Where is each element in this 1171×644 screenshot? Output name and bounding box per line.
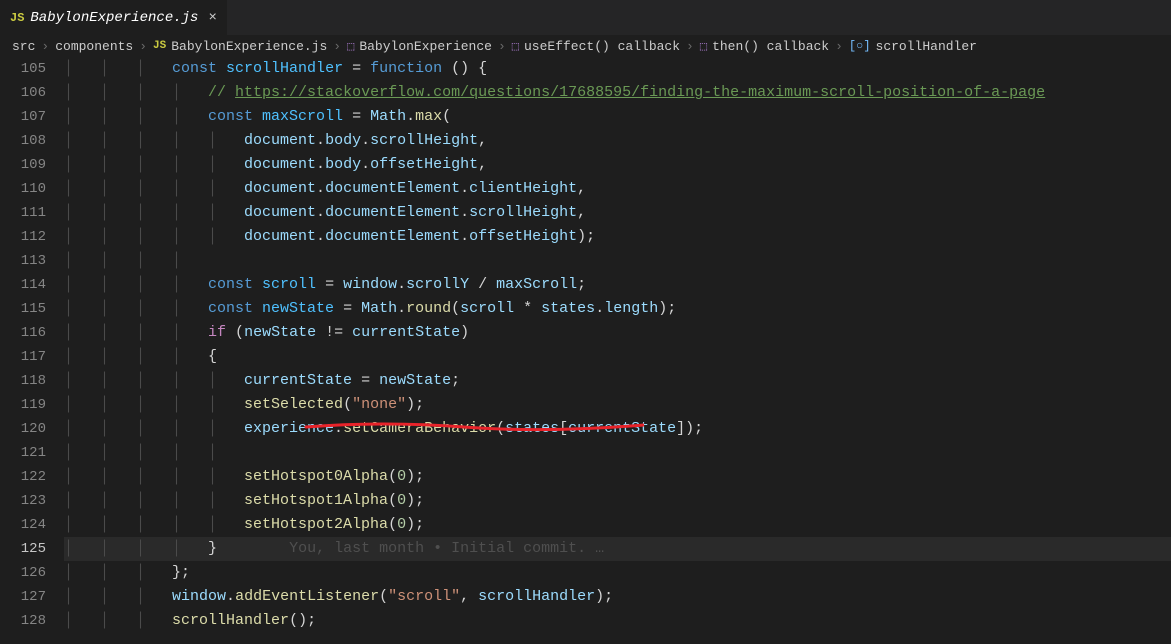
tab-bar: JS BabylonExperience.js × (0, 0, 1171, 35)
crumb-sym2[interactable]: useEffect() callback (524, 39, 680, 54)
js-icon: JS (153, 40, 166, 52)
tab-label: BabylonExperience.js (30, 10, 198, 26)
crumb-file[interactable]: BabylonExperience.js (171, 39, 327, 54)
close-icon[interactable]: × (208, 10, 216, 26)
crumb-sym1[interactable]: BabylonExperience (359, 39, 492, 54)
code-area[interactable]: │ │ │ const scrollHandler = function () … (64, 57, 1171, 644)
crumb-components[interactable]: components (55, 39, 133, 54)
crumb-sym3[interactable]: then() callback (712, 39, 829, 54)
git-blame (217, 540, 289, 557)
js-icon: JS (10, 11, 24, 25)
variable-icon: [○] (849, 39, 871, 53)
editor-tab[interactable]: JS BabylonExperience.js × (0, 0, 228, 35)
editor[interactable]: 105 106 107 108 109 110 111 112 113 114 … (0, 57, 1171, 644)
symbol-icon: ⬚ (512, 39, 519, 54)
symbol-icon: ⬚ (347, 39, 354, 54)
breadcrumb[interactable]: src› components› JSBabylonExperience.js›… (0, 35, 1171, 57)
crumb-src[interactable]: src (12, 39, 35, 54)
line-number-gutter: 105 106 107 108 109 110 111 112 113 114 … (0, 57, 64, 644)
crumb-sym4[interactable]: scrollHandler (876, 39, 977, 54)
symbol-icon: ⬚ (700, 39, 707, 54)
